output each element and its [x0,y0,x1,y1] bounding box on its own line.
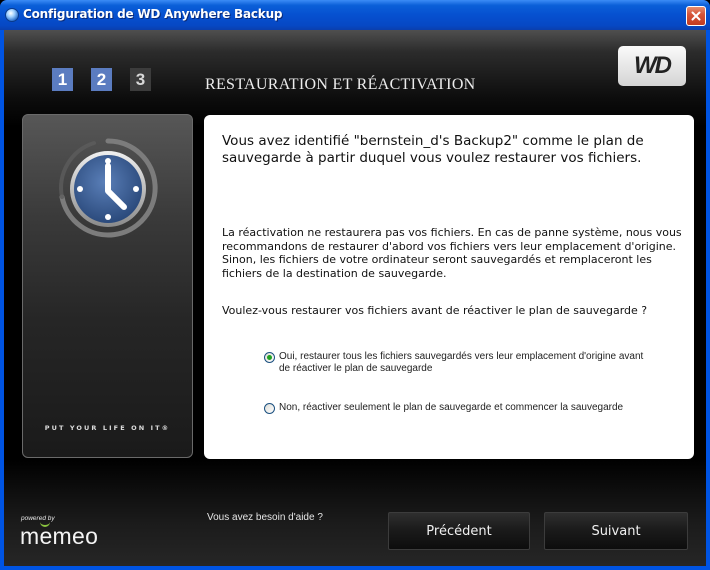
close-button[interactable] [686,6,706,26]
option-restore-first[interactable]: Oui, restaurer tous les fichiers sauvega… [264,351,644,375]
content-panel: Vous avez identifié "bernstein_d's Backu… [204,115,694,459]
app-window: Configuration de WD Anywhere Backup 1 2 … [0,0,710,570]
wizard-body: 1 2 3 RESTAURATION ET RÉACTIVATION WD PU… [4,30,706,566]
close-icon [691,11,701,21]
tagline: PUT YOUR LIFE ON IT® [44,424,171,432]
step-3-indicator: 3 [130,68,151,91]
title-bar[interactable]: Configuration de WD Anywhere Backup [0,0,710,30]
option-reactivate-only[interactable]: Non, réactiver seulement le plan de sauv… [264,402,644,414]
step-2-indicator: 2 [91,68,112,91]
restore-question: Voulez-vous restaurer vos fichiers avant… [222,304,648,317]
radio-restore-first[interactable] [264,352,275,363]
app-icon [5,8,19,22]
wd-logo: WD [618,46,686,86]
option-restore-first-label[interactable]: Oui, restaurer tous les fichiers sauvega… [279,351,644,375]
window-title: Configuration de WD Anywhere Backup [23,7,283,21]
next-button[interactable]: Suivant [544,512,688,550]
wd-logo-text: WD [634,52,672,79]
powered-by-label: powered by [21,515,55,522]
clock-icon [59,138,158,238]
previous-button[interactable]: Précédent [388,512,530,550]
help-link[interactable]: Vous avez besoin d'aide ? [207,512,323,523]
page-title: RESTAURATION ET RÉACTIVATION [205,76,476,93]
option-reactivate-only-label[interactable]: Non, réactiver seulement le plan de sauv… [279,402,623,414]
step-1-indicator: 1 [52,68,73,91]
memeo-logo: memeo [20,523,99,549]
reactivation-warning: La réactivation ne restaurera pas vos fi… [222,226,682,280]
radio-reactivate-only[interactable] [264,403,275,414]
identified-plan-text: Vous avez identifié "bernstein_d's Backu… [222,133,644,166]
side-panel: PUT YOUR LIFE ON IT® [22,114,193,458]
